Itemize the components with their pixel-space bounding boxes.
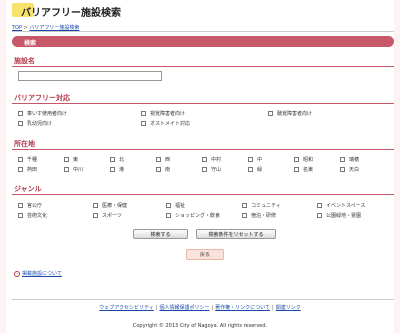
checkbox[interactable] xyxy=(93,213,98,218)
reset-button[interactable]: 検索条件をリセットする xyxy=(196,229,276,239)
about-facilities-link[interactable]: › 掲載施設について xyxy=(14,270,62,277)
search-button[interactable]: 検索する xyxy=(133,229,188,239)
checkbox[interactable] xyxy=(156,167,161,172)
checkbox[interactable] xyxy=(242,203,247,208)
checkbox[interactable] xyxy=(340,157,345,162)
genre-option[interactable]: 公園緑地・霊園 xyxy=(317,212,361,219)
footer-link-privacy[interactable]: 個人情報保護ポリシー xyxy=(159,305,209,311)
checkbox[interactable] xyxy=(64,157,69,162)
search-header-bar: 検索 xyxy=(12,36,394,47)
facility-name-title: 施設名 xyxy=(14,57,35,65)
checkbox[interactable] xyxy=(242,213,247,218)
about-facilities-label: 掲載施設について xyxy=(22,271,62,277)
genre-option[interactable]: 宿泊・研修 xyxy=(242,212,276,219)
breadcrumb: TOP > バリアフリー施設検索 xyxy=(12,24,79,31)
checkbox[interactable] xyxy=(317,213,322,218)
genre-option[interactable]: イベントスペース xyxy=(317,202,365,209)
footer-link-related[interactable]: 関連リンク xyxy=(276,305,301,311)
checkbox[interactable] xyxy=(18,157,23,162)
page-title: バリアフリー施設検索 xyxy=(21,8,121,19)
checkbox[interactable] xyxy=(18,167,23,172)
barrier-free-option[interactable]: 視覚障害者向け xyxy=(141,110,185,117)
ward-option[interactable]: 北 xyxy=(110,156,124,163)
checkbox[interactable] xyxy=(268,111,273,116)
checkbox[interactable] xyxy=(110,157,115,162)
genre-option[interactable]: 芸術文化 xyxy=(18,212,47,219)
ward-option[interactable]: 中 xyxy=(248,156,262,163)
checkbox[interactable] xyxy=(202,157,207,162)
checkbox[interactable] xyxy=(202,167,207,172)
ward-option[interactable]: 名東 xyxy=(294,166,313,173)
ward-option[interactable]: 瑞穂 xyxy=(340,156,359,163)
checkbox[interactable] xyxy=(294,157,299,162)
checkbox[interactable] xyxy=(156,157,161,162)
genre-title: ジャンル xyxy=(14,185,42,193)
barrier-free-option[interactable]: オストメイト対応 xyxy=(141,120,190,127)
checkbox[interactable] xyxy=(248,157,253,162)
location-title: 所在地 xyxy=(14,140,35,148)
ward-option[interactable]: 天白 xyxy=(340,166,359,173)
checkbox[interactable] xyxy=(166,213,171,218)
page-header: バリアフリー施設検索 xyxy=(12,3,162,19)
header-divider xyxy=(12,31,394,32)
checkbox[interactable] xyxy=(340,167,345,172)
checkbox[interactable] xyxy=(248,167,253,172)
circle-arrow-icon: › xyxy=(14,270,20,277)
genre-option[interactable]: コミュニティ xyxy=(242,202,281,209)
barrier-free-option[interactable]: 車いす使用者向け xyxy=(18,110,67,117)
page: バリアフリー施設検索 TOP > バリアフリー施設検索 検索 施設名 バリアフリ… xyxy=(6,0,394,333)
ward-option[interactable]: 千種 xyxy=(18,156,37,163)
ward-option[interactable]: 守山 xyxy=(202,166,221,173)
genre-option[interactable]: ショッピング・飲食 xyxy=(166,212,220,219)
copyright-text: Copyright © 2013 City of Nagoya. All rig… xyxy=(132,323,268,329)
checkbox[interactable] xyxy=(317,203,322,208)
genre-option[interactable]: スポーツ xyxy=(93,212,122,219)
barrier-free-option[interactable]: 乳幼児向け xyxy=(18,120,52,127)
checkbox[interactable] xyxy=(141,121,146,126)
location-divider xyxy=(12,149,394,150)
ward-option[interactable]: 熱田 xyxy=(18,166,37,173)
genre-option[interactable]: 医療・保健 xyxy=(93,202,127,209)
checkbox[interactable] xyxy=(18,121,23,126)
ward-option[interactable]: 西 xyxy=(156,156,170,163)
genre-divider xyxy=(12,194,394,195)
ward-option[interactable]: 緑 xyxy=(248,166,262,173)
checkbox[interactable] xyxy=(18,111,23,116)
checkbox[interactable] xyxy=(64,167,69,172)
footer-link-accessibility[interactable]: ウェブアクセシビリティ xyxy=(99,305,153,311)
ward-option[interactable]: 中村 xyxy=(202,156,221,163)
ward-option[interactable]: 南 xyxy=(156,166,170,173)
checkbox[interactable] xyxy=(110,167,115,172)
checkbox[interactable] xyxy=(18,213,23,218)
back-button[interactable]: 戻る xyxy=(186,249,224,260)
footer-links: ウェブアクセシビリティ | 個人情報保護ポリシー | 著作権・リンクについて | 関連リンク xyxy=(99,305,301,311)
ward-option[interactable]: 東 xyxy=(64,156,78,163)
ward-option[interactable]: 中川 xyxy=(64,166,83,173)
barrier-free-divider xyxy=(12,103,394,104)
ward-option[interactable]: 昭和 xyxy=(294,156,313,163)
facility-name-input[interactable] xyxy=(18,71,162,81)
search-header-label: 検索 xyxy=(24,40,37,47)
footer-divider xyxy=(12,299,394,300)
checkbox[interactable] xyxy=(141,111,146,116)
ward-option[interactable]: 港 xyxy=(110,166,124,173)
checkbox[interactable] xyxy=(294,167,299,172)
checkbox[interactable] xyxy=(166,203,171,208)
genre-option[interactable]: 福祉 xyxy=(166,202,185,209)
barrier-free-option[interactable]: 聴覚障害者向け xyxy=(268,110,312,117)
footer-link-copyright[interactable]: 著作権・リンクについて xyxy=(215,305,270,311)
checkbox[interactable] xyxy=(93,203,98,208)
genre-option[interactable]: 官公庁 xyxy=(18,202,42,209)
facility-name-divider xyxy=(12,66,394,67)
barrier-free-title: バリアフリー対応 xyxy=(14,94,70,102)
checkbox[interactable] xyxy=(18,203,23,208)
